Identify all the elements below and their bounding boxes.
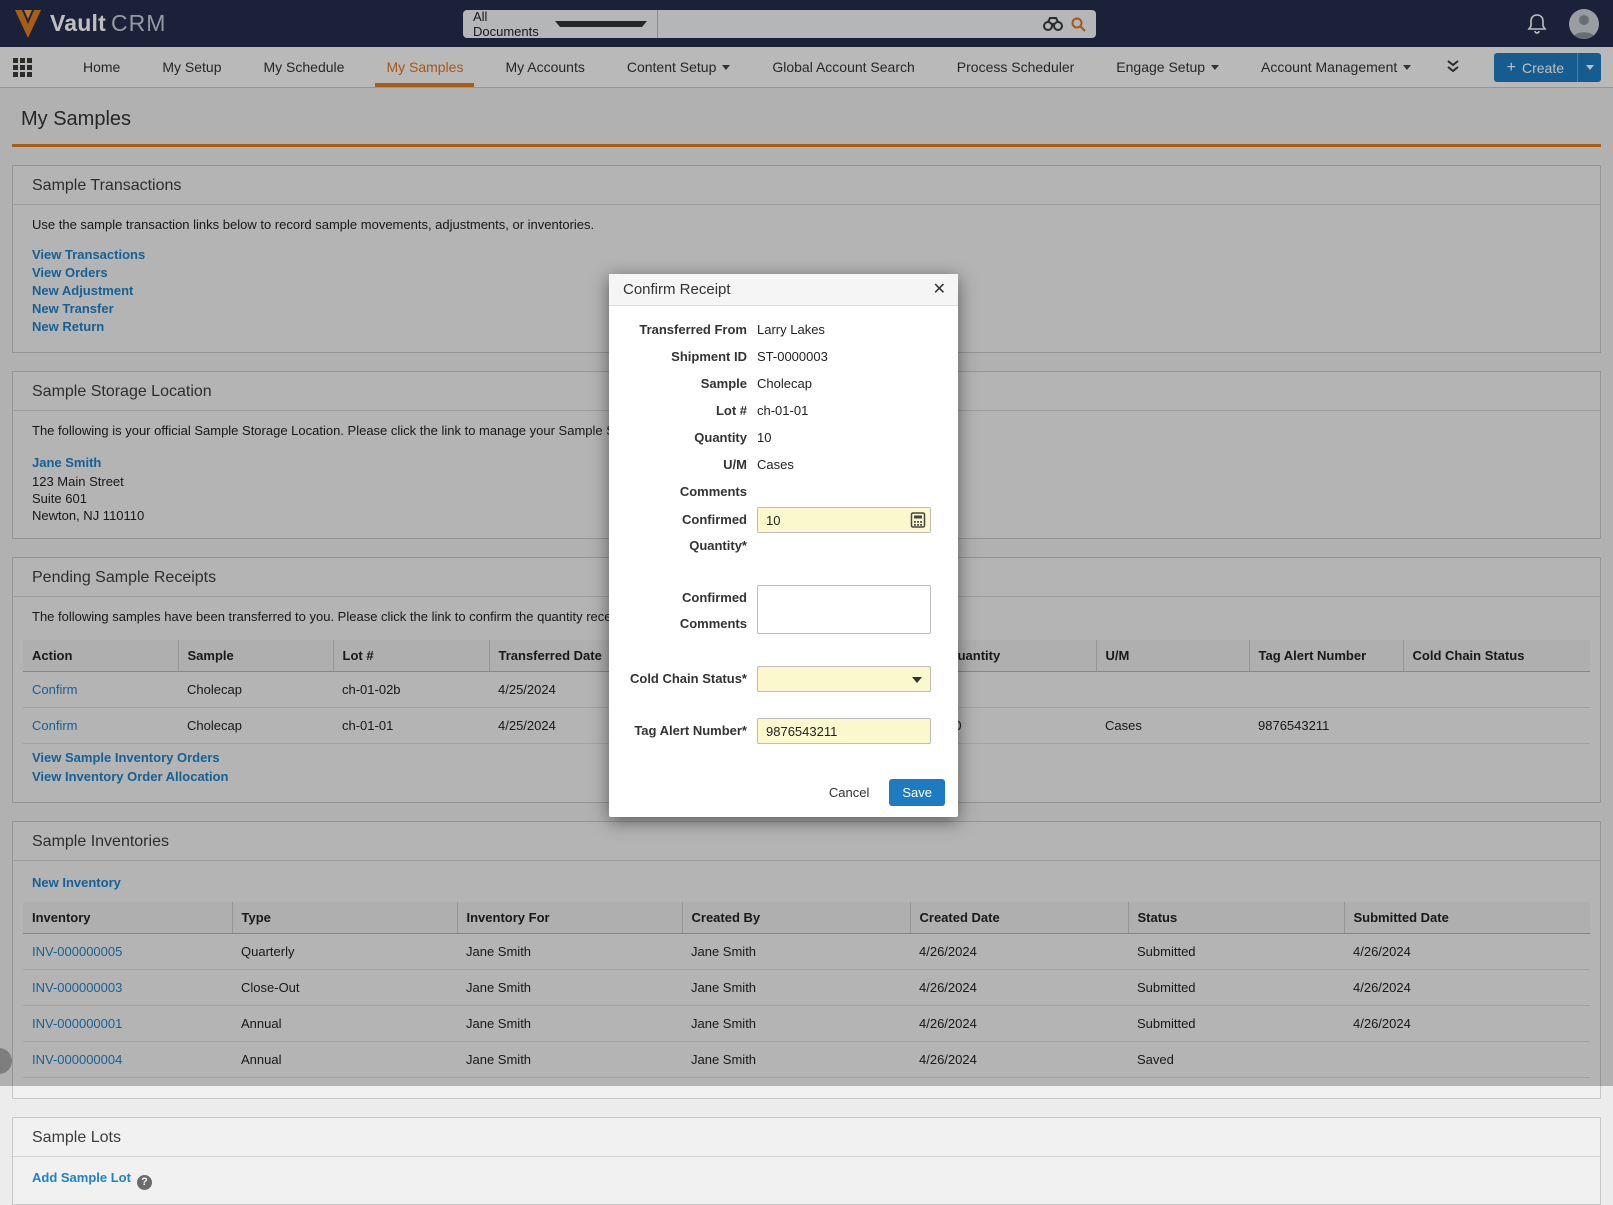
confirm-receipt-modal: Confirm Receipt ✕ Transferred From Larry… [609,274,958,817]
sample-lots-section: Sample Lots Add Sample Lot? [12,1117,1601,1205]
field-label: Comments [621,478,747,505]
quantity-value: 10 [757,424,771,451]
shipment-id-value: ST-0000003 [757,343,828,370]
confirmed-comments-textarea[interactable] [757,585,931,634]
calculator-icon[interactable] [910,512,926,528]
section-title: Sample Lots [13,1118,1600,1157]
field-label: Tag Alert Number* [621,718,747,744]
confirmed-quantity-input[interactable] [757,507,931,533]
lot-number-value: ch-01-01 [757,397,808,424]
cancel-button[interactable]: Cancel [829,785,869,800]
field-label: Confirmed Quantity* [621,507,747,559]
sample-value: Cholecap [757,370,812,397]
save-button[interactable]: Save [889,779,945,806]
tag-alert-number-input[interactable] [757,718,931,744]
close-icon[interactable]: ✕ [933,282,946,298]
cold-chain-status-select[interactable] [757,666,931,692]
help-icon[interactable]: ? [137,1175,152,1190]
field-label: Lot # [621,397,747,424]
field-label: Transferred From [621,316,747,343]
field-label: Quantity [621,424,747,451]
field-label: Sample [621,370,747,397]
add-sample-lot-link[interactable]: Add Sample Lot [32,1170,131,1185]
field-label: Confirmed Comments [621,585,747,637]
um-value: Cases [757,451,794,478]
chevron-down-icon [912,677,922,683]
modal-title: Confirm Receipt [623,281,933,298]
transferred-from-value: Larry Lakes [757,316,825,343]
field-label: Shipment ID [621,343,747,370]
field-label: U/M [621,451,747,478]
field-label: Cold Chain Status* [621,666,747,692]
